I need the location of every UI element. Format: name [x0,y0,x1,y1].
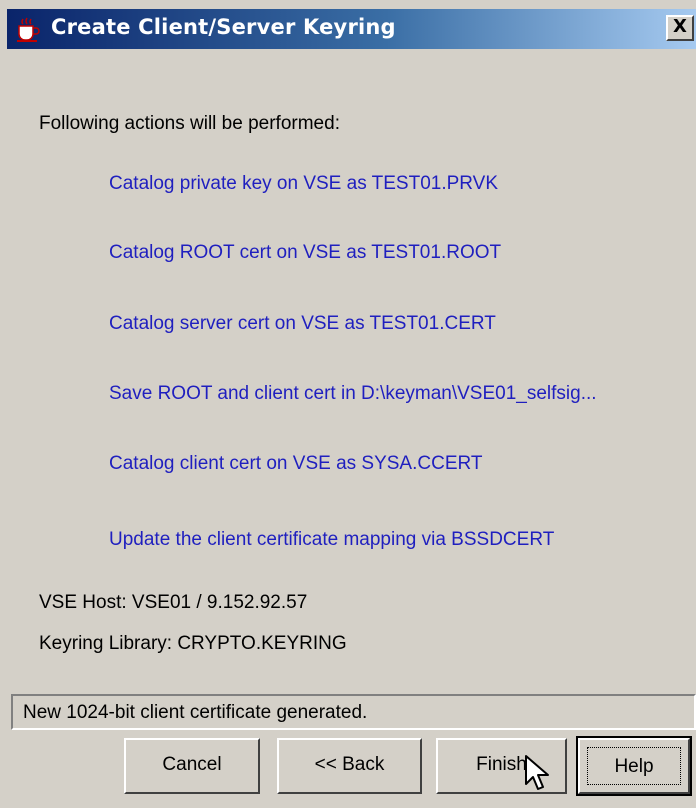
action-item: Catalog private key on VSE as TEST01.PRV… [109,173,498,194]
action-item: Catalog client cert on VSE as SYSA.CCERT [109,453,483,474]
close-button[interactable]: X [666,15,694,41]
window-title: Create Client/Server Keyring [51,15,396,39]
vse-host-label: VSE Host: VSE01 / 9.152.92.57 [39,592,308,613]
help-button[interactable]: Help [576,736,692,796]
status-text: New 1024-bit client certificate generate… [23,702,368,723]
keyring-library-label: Keyring Library: CRYPTO.KEYRING [39,633,347,654]
cancel-button[interactable]: Cancel [124,738,260,794]
action-item: Save ROOT and client cert in D:\keyman\V… [109,383,597,404]
help-button-label: Help [587,747,681,785]
java-cup-icon [13,15,41,43]
actions-heading: Following actions will be performed: [39,113,340,134]
action-item: Catalog server cert on VSE as TEST01.CER… [109,313,496,334]
back-button[interactable]: << Back [277,738,422,794]
mouse-pointer-icon [524,754,550,792]
action-item: Update the client certificate mapping vi… [109,529,555,550]
status-bar: New 1024-bit client certificate generate… [11,694,696,730]
dialog-window: Create Client/Server Keyring X Following… [0,0,696,808]
title-bar[interactable]: Create Client/Server Keyring X [7,9,696,49]
dialog-content: Following actions will be performed: Cat… [7,49,696,689]
action-item: Catalog ROOT cert on VSE as TEST01.ROOT [109,242,502,263]
